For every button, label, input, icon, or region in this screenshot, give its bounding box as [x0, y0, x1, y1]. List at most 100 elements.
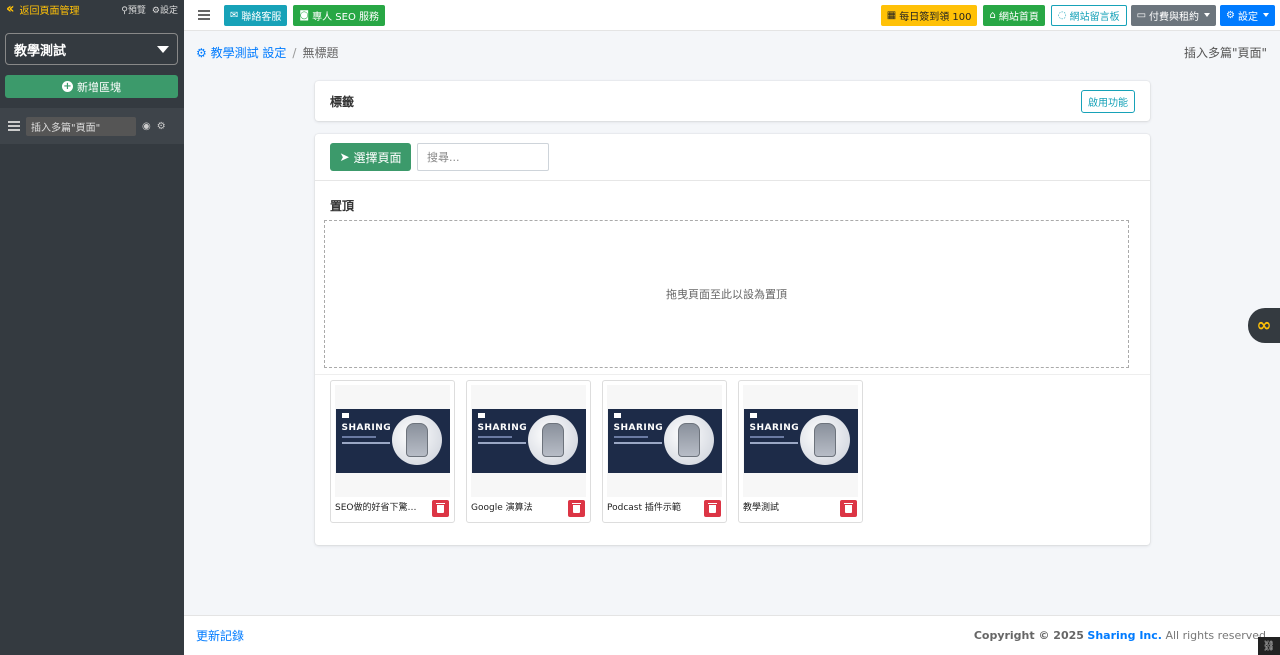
- guestbook-button[interactable]: ◌ 網站留言板: [1050, 4, 1127, 26]
- topbar: ✉ 聯絡客服 ◙ 專人 SEO 服務 ▦ 每日簽到領 100 ⌂ 網站首頁 ◌ 網站留言板…: [184, 0, 1280, 31]
- settings-dropdown[interactable]: ⚙ 設定: [1220, 4, 1275, 26]
- breadcrumb-separator: /: [292, 45, 297, 60]
- double-chevron-left-icon: ‹‹: [6, 1, 14, 17]
- block-name-input[interactable]: 插入多篇"頁面": [26, 116, 136, 136]
- guestbook-label: 網站留言板: [1069, 11, 1120, 23]
- contact-label: 聯絡客服: [241, 11, 282, 23]
- page-card-label: SEO做的好省下驚人...: [335, 503, 425, 513]
- page-thumbnail: SHARING: [335, 385, 450, 497]
- link-icon[interactable]: ⛓: [1258, 637, 1280, 655]
- site-select[interactable]: 教學測試: [5, 33, 178, 65]
- delete-button[interactable]: [432, 500, 449, 517]
- preview-link[interactable]: ⚲預覽: [121, 3, 146, 16]
- id-card-icon: ▭: [1136, 9, 1147, 21]
- contact-support-button[interactable]: ✉ 聯絡客服: [224, 4, 288, 26]
- page-card[interactable]: SHARING Podcast 插件示範: [602, 380, 727, 523]
- site-select-value: 教學測試: [14, 43, 67, 59]
- select-pages-label: 選擇頁面: [353, 150, 402, 165]
- seo-label: 專人 SEO 服務: [312, 11, 379, 23]
- tags-card: 標籤 啟用功能: [315, 81, 1150, 121]
- copyright: Copyright © 2025 Sharing Inc. All rights…: [974, 629, 1266, 642]
- menu-toggle-icon[interactable]: [198, 10, 210, 20]
- back-label: 返回頁面管理: [19, 5, 80, 17]
- caret-down-icon: [1204, 13, 1211, 17]
- gear-icon: ⚙: [151, 5, 160, 16]
- thumb-brand: SHARING: [613, 423, 664, 433]
- block-item[interactable]: 插入多篇"頁面" ◉ ⚙: [0, 108, 184, 144]
- search-input[interactable]: [417, 143, 549, 171]
- preview-label: 預覽: [127, 5, 146, 16]
- envelope-icon: ✉: [230, 9, 239, 21]
- page-card-label: Google 演算法: [471, 503, 533, 513]
- delete-button[interactable]: [840, 500, 857, 517]
- cursor-pointer-icon: ➤: [339, 150, 350, 164]
- delete-button[interactable]: [704, 500, 721, 517]
- infinity-icon: ∞: [1256, 315, 1272, 336]
- tags-title: 標籤: [330, 94, 355, 109]
- page-block-title: 插入多篇"頁面": [1183, 46, 1267, 60]
- page-card-label: Podcast 插件示範: [607, 503, 681, 513]
- divider: [315, 180, 1150, 181]
- thumb-brand: SHARING: [341, 423, 392, 433]
- page-card[interactable]: SHARING Google 演算法: [466, 380, 591, 523]
- plus-circle-icon: +: [62, 80, 73, 92]
- footer: 更新記錄 Copyright © 2025 Sharing Inc. All r…: [184, 615, 1280, 655]
- daily-checkin-button[interactable]: ▦ 每日簽到領 100: [880, 4, 978, 26]
- breadcrumb-current: 無標題: [302, 46, 339, 60]
- enable-feature-button[interactable]: 啟用功能: [1081, 89, 1135, 113]
- home-label: 網站首頁: [998, 11, 1039, 23]
- eye-icon[interactable]: ◉: [142, 121, 151, 132]
- checkin-label: 每日簽到領 100: [899, 11, 972, 23]
- breadcrumb-settings-link[interactable]: ⚙ 教學測試 設定: [196, 44, 286, 61]
- dropzone-text: 拖曳頁面至此以設為置頂: [666, 288, 787, 301]
- breadcrumb: ⚙ 教學測試 設定 / 無標題: [196, 44, 338, 61]
- trash-icon: [436, 502, 445, 513]
- pages-card: ➤ 選擇頁面 置頂 拖曳頁面至此以設為置頂 SHARING SEO做的好省下驚人…: [315, 134, 1150, 545]
- line-chat-icon: ◙: [299, 9, 310, 21]
- billing-label: 付費與租約: [1149, 11, 1200, 23]
- sidebar: ‹‹ 返回頁面管理 ⚲預覽 ⚙設定 教學測試 + 新增區塊 插入多篇"頁面" ◉…: [0, 0, 184, 655]
- divider: [315, 374, 1150, 375]
- billing-dropdown[interactable]: ▭ 付費與租約: [1130, 4, 1217, 26]
- sidebar-settings-link[interactable]: ⚙設定: [152, 3, 178, 16]
- breadcrumb-settings-label: 教學測試 設定: [210, 46, 287, 60]
- infinity-float-button[interactable]: ∞: [1248, 308, 1280, 343]
- delete-button[interactable]: [568, 500, 585, 517]
- seo-service-button[interactable]: ◙ 專人 SEO 服務: [293, 4, 385, 26]
- gear-icon: ⚙: [1226, 9, 1235, 21]
- comments-icon: ◌: [1057, 9, 1067, 21]
- pinned-label: 置頂: [330, 199, 355, 213]
- page-card[interactable]: SHARING 教學測試: [738, 380, 863, 523]
- select-pages-button[interactable]: ➤ 選擇頁面: [330, 143, 411, 171]
- page-thumbnail: SHARING: [471, 385, 586, 497]
- settings-label: 設定: [1238, 11, 1258, 23]
- home-icon: ⌂: [989, 9, 996, 21]
- gear-icon[interactable]: ⚙: [157, 121, 166, 132]
- company-link[interactable]: Sharing Inc.: [1087, 629, 1162, 642]
- add-block-label: 新增區塊: [77, 80, 121, 94]
- site-home-button[interactable]: ⌂ 網站首頁: [983, 4, 1045, 26]
- page-thumbnail: SHARING: [607, 385, 722, 497]
- changelog-link[interactable]: 更新記錄: [196, 627, 244, 644]
- page-card[interactable]: SHARING SEO做的好省下驚人...: [330, 380, 455, 523]
- caret-down-icon: [1263, 13, 1269, 17]
- caret-down-icon: [157, 45, 169, 53]
- trash-icon: [844, 502, 853, 513]
- sidebar-header: ‹‹ 返回頁面管理 ⚲預覽 ⚙設定: [0, 0, 184, 18]
- back-to-page-management-link[interactable]: ‹‹ 返回頁面管理: [6, 1, 80, 17]
- drag-handle-icon[interactable]: [8, 121, 20, 131]
- rights-text: All rights reserved: [1165, 629, 1266, 642]
- search-icon: ⚲: [121, 5, 128, 16]
- trash-icon: [572, 502, 581, 513]
- trash-icon: [708, 502, 717, 513]
- thumb-brand: SHARING: [477, 423, 528, 433]
- gear-icon: ⚙: [196, 46, 207, 60]
- pinned-dropzone[interactable]: 拖曳頁面至此以設為置頂: [324, 220, 1129, 368]
- page-card-label: 教學測試: [743, 503, 780, 513]
- add-block-button[interactable]: + 新增區塊: [5, 75, 178, 98]
- settings-label: 設定: [159, 5, 178, 16]
- thumb-brand: SHARING: [749, 423, 800, 433]
- page-thumbnail: SHARING: [743, 385, 858, 497]
- copyright-prefix: Copyright © 2025: [973, 629, 1084, 642]
- calendar-icon: ▦: [886, 9, 897, 21]
